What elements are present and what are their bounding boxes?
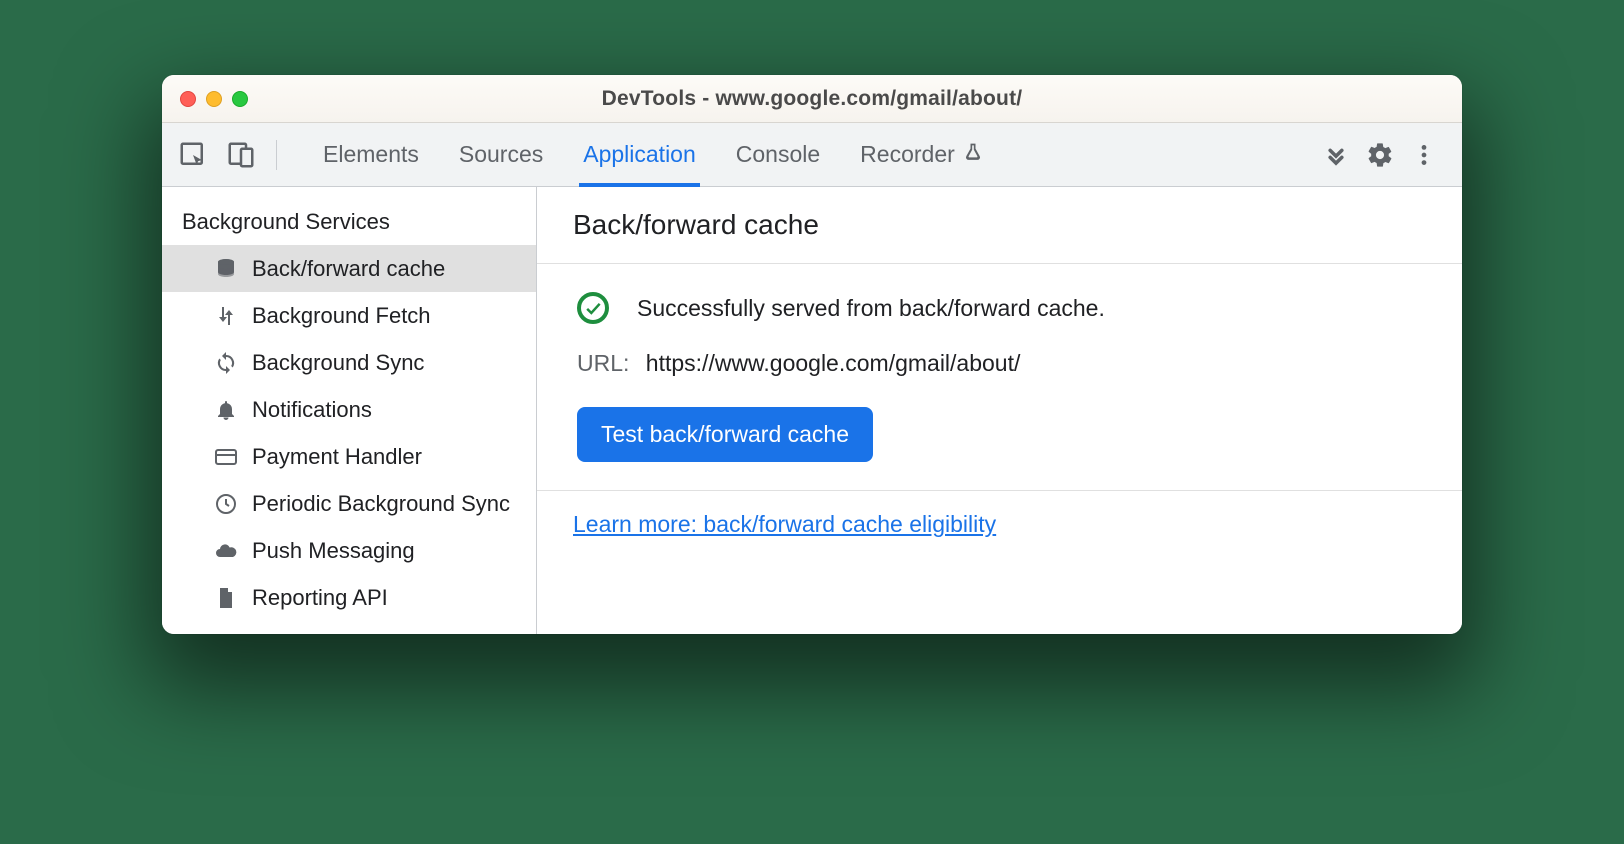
more-tabs-button[interactable] [1314,133,1358,177]
bell-icon [214,398,238,422]
settings-button[interactable] [1358,133,1402,177]
zoom-icon[interactable] [232,91,248,107]
window-controls [180,91,248,107]
more-options-button[interactable] [1402,133,1446,177]
sidebar-item-background-fetch[interactable]: Background Fetch [162,292,536,339]
sidebar-item-label: Notifications [252,397,372,423]
sidebar-item-label: Back/forward cache [252,256,445,282]
sidebar-item-notifications[interactable]: Notifications [162,386,536,433]
tab-recorder[interactable]: Recorder [860,123,983,186]
bfcache-result-section: Successfully served from back/forward ca… [537,264,1462,491]
sidebar-item-background-sync[interactable]: Background Sync [162,339,536,386]
sidebar-item-label: Push Messaging [252,538,415,564]
credit-card-icon [214,445,238,469]
sidebar: Background Services Back/forward cache B… [162,187,537,634]
sidebar-item-label: Background Sync [252,350,424,376]
status-message: Successfully served from back/forward ca… [637,295,1105,322]
main-panel: Back/forward cache Successfully served f… [537,187,1462,634]
panel-title: Back/forward cache [537,187,1462,264]
transfer-icon [214,304,238,328]
database-icon [214,257,238,281]
devtools-window: DevTools - www.google.com/gmail/about/ [162,75,1462,634]
panel-tabs: Elements Sources Application Console Rec… [323,123,983,186]
url-row: URL: https://www.google.com/gmail/about/ [577,350,1426,377]
tab-application[interactable]: Application [583,123,696,186]
sidebar-item-bfcache[interactable]: Back/forward cache [162,245,536,292]
sidebar-section-header: Background Services [162,199,536,245]
devtools-toolbar: Elements Sources Application Console Rec… [162,123,1462,187]
learn-more-section: Learn more: back/forward cache eligibili… [537,491,1462,558]
learn-more-link[interactable]: Learn more: back/forward cache eligibili… [573,511,996,538]
tab-label: Console [736,141,820,168]
test-bfcache-button[interactable]: Test back/forward cache [577,407,873,462]
tab-console[interactable]: Console [736,123,820,186]
toolbar-divider [276,140,277,170]
device-toolbar-icon[interactable] [226,140,256,170]
titlebar: DevTools - www.google.com/gmail/about/ [162,75,1462,123]
tab-elements[interactable]: Elements [323,123,419,186]
tab-label: Sources [459,141,543,168]
sidebar-item-push-messaging[interactable]: Push Messaging [162,527,536,574]
inspect-element-icon[interactable] [178,140,208,170]
minimize-icon[interactable] [206,91,222,107]
window-title: DevTools - www.google.com/gmail/about/ [162,87,1462,111]
sync-icon [214,351,238,375]
status-row: Successfully served from back/forward ca… [577,292,1426,324]
tab-label: Elements [323,141,419,168]
experiment-icon [963,141,983,168]
sidebar-item-label: Reporting API [252,585,388,611]
url-value: https://www.google.com/gmail/about/ [646,350,1021,376]
close-icon[interactable] [180,91,196,107]
sidebar-item-periodic-sync[interactable]: Periodic Background Sync [162,480,536,527]
sidebar-item-label: Payment Handler [252,444,422,470]
url-label: URL: [577,350,629,376]
sidebar-item-reporting-api[interactable]: Reporting API [162,574,536,621]
file-icon [214,586,238,610]
sidebar-item-label: Periodic Background Sync [252,491,510,517]
sidebar-item-label: Background Fetch [252,303,431,329]
tab-label: Application [583,141,696,168]
tab-label: Recorder [860,141,955,168]
cloud-icon [214,539,238,563]
clock-icon [214,492,238,516]
tab-sources[interactable]: Sources [459,123,543,186]
success-check-icon [577,292,609,324]
sidebar-item-payment-handler[interactable]: Payment Handler [162,433,536,480]
